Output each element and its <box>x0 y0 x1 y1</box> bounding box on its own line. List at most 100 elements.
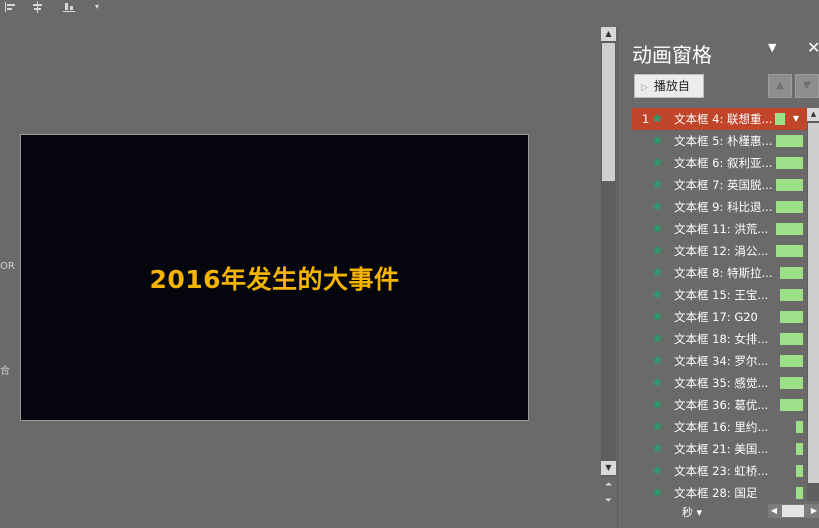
entrance-effect-icon: ★ <box>651 155 664 171</box>
animation-item-label: 文本框 21: 美国... <box>674 442 769 456</box>
animation-item[interactable]: ★ 文本框 21: 美国... <box>632 438 807 460</box>
list-scroll-up-button[interactable]: ▲ <box>807 108 819 121</box>
timing-bar[interactable] <box>780 333 803 345</box>
close-icon[interactable]: ✕ <box>807 38 819 57</box>
animation-item[interactable]: ★ 文本框 16: 里约... <box>632 416 807 438</box>
timing-bar[interactable] <box>776 223 803 235</box>
move-up-button[interactable]: ▲ <box>768 74 792 98</box>
timing-bar[interactable] <box>776 157 803 169</box>
seconds-dropdown[interactable]: 秒 ▾ <box>682 504 702 520</box>
pane-title: 动画窗格 <box>632 43 712 67</box>
animation-item-label: 文本框 5: 朴槿惠... <box>674 134 773 148</box>
animation-item[interactable]: ★ 文本框 17: G20 <box>632 306 807 328</box>
animation-item[interactable]: ★ 文本框 34: 罗尔... <box>632 350 807 372</box>
timing-bar[interactable] <box>780 289 803 301</box>
entrance-effect-icon: ★ <box>651 463 664 479</box>
animation-item-label: 文本框 8: 特斯拉... <box>674 266 773 280</box>
timeline-scroll-thumb[interactable] <box>782 505 804 517</box>
timing-bar[interactable] <box>780 399 803 411</box>
timing-bar[interactable] <box>796 443 803 455</box>
animation-item[interactable]: ★ 文本框 15: 王宝... <box>632 284 807 306</box>
entrance-effect-icon: ★ <box>651 287 664 303</box>
timing-bar[interactable] <box>776 179 803 191</box>
align-toolbar: ▾ <box>0 0 120 16</box>
animation-item-label: 文本框 35: 感觉... <box>674 376 769 390</box>
animation-item-label: 文本框 34: 罗尔... <box>674 354 769 368</box>
align-bottom-icon[interactable] <box>62 1 76 13</box>
timing-bar[interactable] <box>780 355 803 367</box>
animation-item[interactable]: ★ 文本框 12: 涓公... <box>632 240 807 262</box>
dropdown-icon[interactable]: ▾ <box>90 1 104 13</box>
animation-item-label: 文本框 11: 洪荒... <box>674 222 769 236</box>
animation-item[interactable]: ★ 文本框 23: 虹桥... <box>632 460 807 482</box>
entrance-effect-icon: ★ <box>651 199 664 215</box>
animation-item-label: 文本框 4: 联想重... <box>674 112 773 126</box>
animation-item[interactable]: ★ 文本框 7: 英国脱... <box>632 174 807 196</box>
entrance-effect-icon: ★ <box>651 441 664 457</box>
scroll-right-button[interactable]: ▶ <box>808 504 819 518</box>
animation-item[interactable]: ★ 文本框 28: 国足 <box>632 482 807 501</box>
previous-slide-icon[interactable]: ⏶ <box>601 478 616 492</box>
animation-item-label: 文本框 6: 叙利亚... <box>674 156 773 170</box>
animation-list: 1 ★ 文本框 4: 联想重... ▼ ★ 文本框 5: 朴槿惠... ★ 文本框 6: 叙利… <box>632 108 807 501</box>
animation-item[interactable]: 1 ★ 文本框 4: 联想重... ▼ <box>632 108 807 130</box>
animation-item[interactable]: ★ 文本框 5: 朴槿惠... <box>632 130 807 152</box>
next-slide-icon[interactable]: ⏷ <box>601 494 616 508</box>
list-scroll-thumb[interactable] <box>808 123 819 483</box>
edge-label: OR <box>0 261 15 272</box>
entrance-effect-icon: ★ <box>651 331 664 347</box>
entrance-effect-icon: ★ <box>651 309 664 325</box>
edge-label: 合 <box>0 366 10 377</box>
animation-item-label: 文本框 9: 科比退... <box>674 200 773 214</box>
pane-options-icon[interactable]: ▼ <box>768 41 776 54</box>
scroll-thumb[interactable] <box>602 43 615 181</box>
timing-bar[interactable] <box>780 377 803 389</box>
entrance-effect-icon: ★ <box>651 243 664 259</box>
entrance-effect-icon: ★ <box>651 397 664 413</box>
item-dropdown-icon[interactable]: ▼ <box>788 111 804 127</box>
animation-item-label: 文本框 18: 女排... <box>674 332 769 346</box>
timing-bar[interactable] <box>780 311 803 323</box>
animation-item[interactable]: ★ 文本框 11: 洪荒... <box>632 218 807 240</box>
move-down-button[interactable]: ▼ <box>795 74 819 98</box>
align-center-icon[interactable] <box>31 1 45 13</box>
play-from-button[interactable]: ▷ 播放自 <box>634 74 704 98</box>
animation-item-label: 文本框 16: 里约... <box>674 420 769 434</box>
timeline-horizontal-scrollbar[interactable]: ◀ ▶ <box>768 504 819 518</box>
seconds-label: 秒 <box>682 506 693 519</box>
animation-item[interactable]: ★ 文本框 6: 叙利亚... <box>632 152 807 174</box>
slide-canvas[interactable]: 2016年发生的大事件 <box>20 134 529 421</box>
animation-item[interactable]: ★ 文本框 8: 特斯拉... <box>632 262 807 284</box>
animation-item-label: 文本框 15: 王宝... <box>674 288 769 302</box>
play-from-label: 播放自 <box>653 79 690 93</box>
animation-item[interactable]: ★ 文本框 9: 科比退... <box>632 196 807 218</box>
animation-item[interactable]: ★ 文本框 35: 感觉... <box>632 372 807 394</box>
animation-item-label: 文本框 36: 葛优... <box>674 398 769 412</box>
scroll-down-button[interactable]: ▼ <box>601 461 616 475</box>
timing-bar[interactable] <box>796 421 803 433</box>
scroll-left-button[interactable]: ◀ <box>768 504 780 518</box>
timing-bar[interactable] <box>775 113 785 125</box>
timing-bar[interactable] <box>796 465 803 477</box>
align-left-icon[interactable] <box>4 1 18 13</box>
animation-item[interactable]: ★ 文本框 18: 女排... <box>632 328 807 350</box>
animation-pane: 动画窗格 ▼ ✕ ▷ 播放自 ▲ ▼ 1 ★ 文本框 4: 联想重... ▼ ★ 文本框 5… <box>617 27 819 528</box>
animation-item-label: 文本框 28: 国足 <box>674 486 758 500</box>
entrance-effect-icon: ★ <box>651 221 664 237</box>
timing-bar[interactable] <box>776 245 803 257</box>
editor-vertical-scrollbar[interactable]: ▲ ▼ <box>601 27 616 477</box>
scroll-up-button[interactable]: ▲ <box>601 27 616 41</box>
entrance-effect-icon: ★ <box>651 133 664 149</box>
slide-title[interactable]: 2016年发生的大事件 <box>149 260 399 296</box>
animation-item[interactable]: ★ 文本框 36: 葛优... <box>632 394 807 416</box>
animation-item-label: 文本框 7: 英国脱... <box>674 178 773 192</box>
list-vertical-scrollbar[interactable]: ▲ <box>807 108 819 501</box>
timing-bar[interactable] <box>776 135 803 147</box>
timing-bar[interactable] <box>780 267 803 279</box>
timing-bar[interactable] <box>796 487 803 499</box>
animation-item-label: 文本框 23: 虹桥... <box>674 464 769 478</box>
animation-item-label: 文本框 17: G20 <box>674 310 758 324</box>
timing-bar[interactable] <box>776 201 803 213</box>
play-icon: ▷ <box>641 83 648 93</box>
entrance-effect-icon: ★ <box>651 419 664 435</box>
